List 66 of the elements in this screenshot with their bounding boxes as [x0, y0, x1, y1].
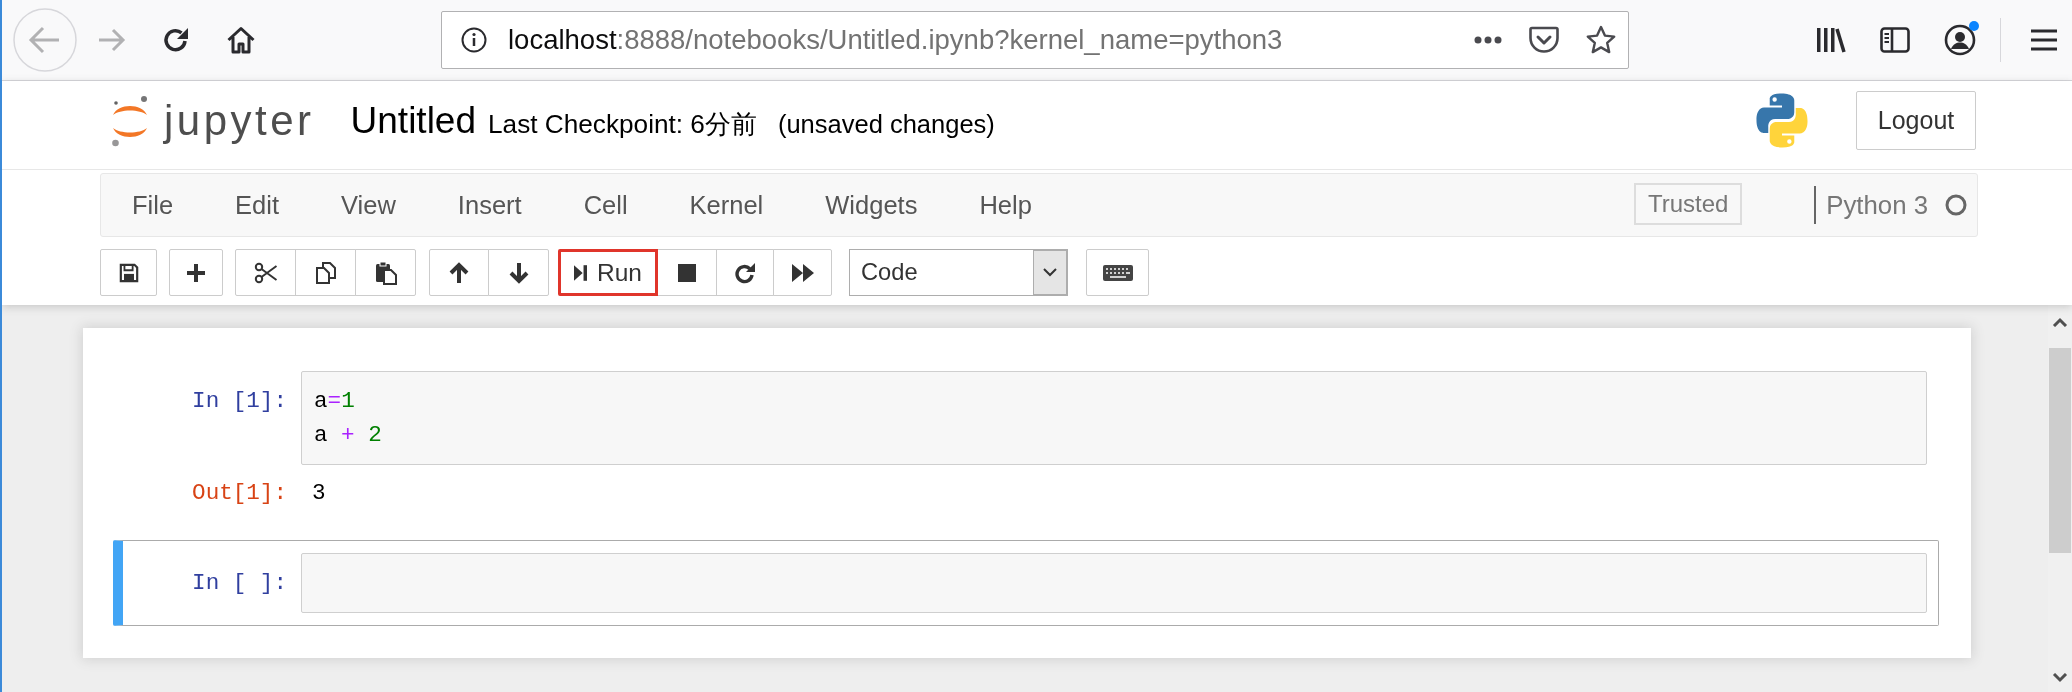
- step-forward-icon: [574, 263, 587, 282]
- keyboard-icon: [1102, 264, 1133, 281]
- reload-icon[interactable]: [162, 26, 190, 54]
- fast-forward-button[interactable]: [773, 249, 832, 296]
- code-line: a + 2: [314, 421, 383, 450]
- checkpoint-text: Last Checkpoint: 6分前: [488, 107, 757, 141]
- menu-item[interactable]: File: [101, 174, 205, 236]
- menu-item[interactable]: Cell: [552, 174, 659, 236]
- menu-item[interactable]: Insert: [426, 174, 553, 236]
- clipboard-icon: [373, 260, 398, 285]
- copy-icon: [313, 260, 338, 285]
- scissors-icon: [253, 261, 278, 284]
- account-icon[interactable]: [1944, 24, 1976, 56]
- stop-button[interactable]: [657, 249, 717, 296]
- output-prompt: Out[1]:: [191, 479, 288, 508]
- notebook-cell[interactable]: In [1]: a=1 a + 2 Out[1]: 3: [113, 358, 1939, 523]
- bookmark-star-icon[interactable]: [1586, 25, 1616, 55]
- scrollbar-thumb[interactable]: [2049, 348, 2071, 553]
- scroll-down-icon[interactable]: [2052, 673, 2068, 683]
- cut-button[interactable]: [235, 249, 296, 296]
- input-prompt: In [1]:: [191, 387, 288, 416]
- code-line: a=1: [314, 387, 356, 416]
- save-status-text: (unsaved changes): [777, 109, 995, 139]
- home-icon[interactable]: [227, 26, 255, 54]
- move-down-button[interactable]: [488, 249, 549, 296]
- run-button[interactable]: Run: [558, 249, 658, 296]
- more-icon[interactable]: [1474, 36, 1502, 44]
- code-input[interactable]: [301, 553, 1927, 613]
- output-text: 3: [311, 479, 326, 508]
- logout-button[interactable]: Logout: [1856, 91, 1976, 150]
- library-icon[interactable]: [1816, 26, 1846, 54]
- menu-icon[interactable]: [2031, 29, 2057, 51]
- menu-item[interactable]: Edit: [204, 174, 311, 236]
- fast-forward-icon: [791, 263, 814, 282]
- menu-item[interactable]: View: [310, 174, 427, 236]
- insert-cell-button[interactable]: [169, 249, 223, 296]
- notebook-name[interactable]: Untitled: [350, 98, 476, 143]
- address-bar[interactable]: localhost:8888/notebooks/Untitled.ipynb?kernel_name=python3: [441, 11, 1629, 69]
- notebook-cell[interactable]: In [ ]:: [113, 540, 1939, 626]
- menu-item[interactable]: Help: [948, 174, 1063, 236]
- input-prompt: In [ ]:: [191, 569, 288, 598]
- url-text[interactable]: localhost:8888/notebooks/Untitled.ipynb?kernel_name=python3: [508, 23, 1283, 57]
- sidebar-icon[interactable]: [1880, 27, 1910, 53]
- plus-icon: [186, 262, 206, 283]
- scroll-up-icon[interactable]: [2052, 317, 2068, 327]
- copy-button[interactable]: [295, 249, 356, 296]
- menu-item[interactable]: Kernel: [658, 174, 795, 236]
- up-arrow-icon: [449, 261, 469, 284]
- down-arrow-icon: [508, 261, 529, 284]
- paste-button[interactable]: [355, 249, 416, 296]
- move-up-button[interactable]: [429, 249, 489, 296]
- keyboard-button[interactable]: [1086, 249, 1149, 296]
- info-icon[interactable]: [461, 27, 487, 53]
- menu-item[interactable]: Widgets: [794, 174, 949, 236]
- restart-button[interactable]: [716, 249, 774, 296]
- python-logo-icon: [1755, 92, 1809, 149]
- save-button[interactable]: [100, 249, 157, 296]
- code-input[interactable]: a=1 a + 2: [301, 371, 1927, 465]
- trusted-indicator[interactable]: Trusted: [1634, 183, 1743, 225]
- restart-icon: [734, 261, 756, 284]
- pocket-icon[interactable]: [1529, 26, 1559, 54]
- stop-icon: [678, 263, 696, 282]
- logo-text[interactable]: jupyter: [164, 95, 315, 146]
- save-icon: [118, 262, 139, 283]
- kernel-name: Python 3: [1826, 190, 1928, 220]
- cell-type-select[interactable]: Code: [849, 249, 1068, 296]
